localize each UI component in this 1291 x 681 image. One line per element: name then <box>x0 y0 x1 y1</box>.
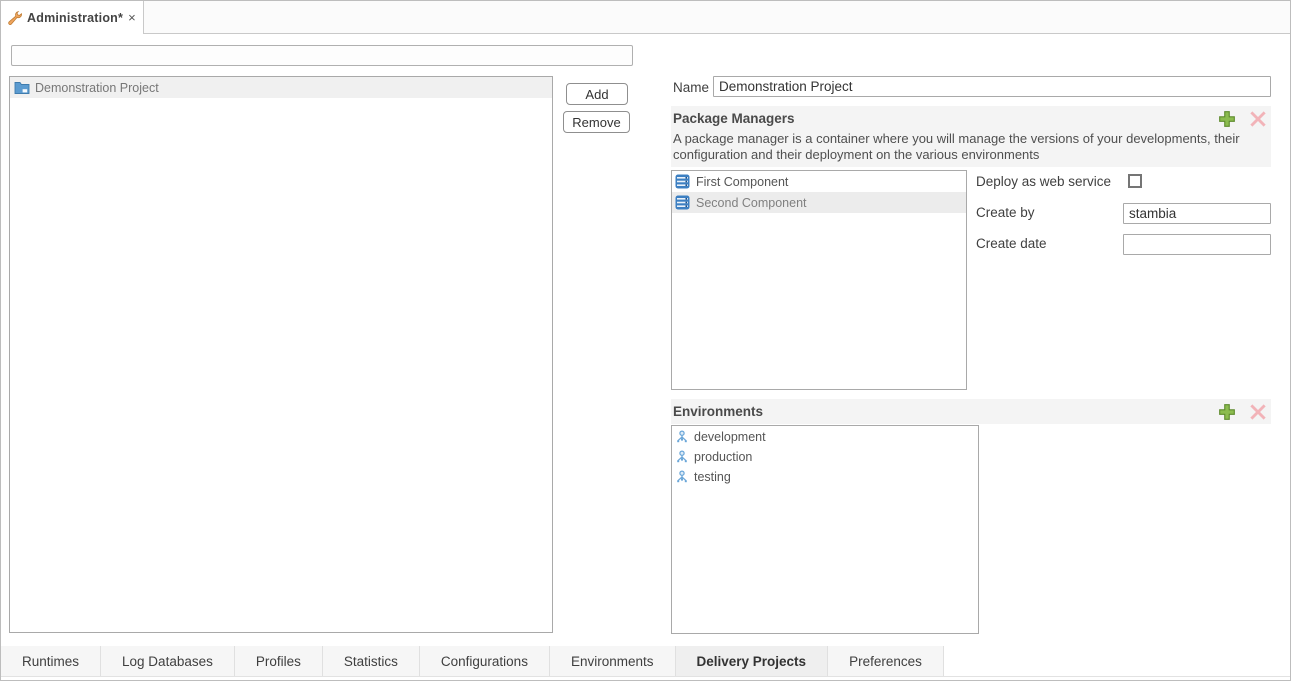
server-stack-icon <box>675 195 690 210</box>
tab-runtimes[interactable]: Runtimes <box>1 646 101 676</box>
package-manager-list[interactable]: First Component Second Component <box>671 170 967 390</box>
package-managers-section: Package Managers A package manager is a … <box>671 106 1271 167</box>
node-tree-icon <box>675 470 689 484</box>
add-environment-button[interactable] <box>1218 403 1236 421</box>
environment-label: development <box>694 430 766 444</box>
tab-configurations[interactable]: Configurations <box>420 646 550 676</box>
wrench-icon <box>7 10 23 26</box>
folder-icon <box>14 80 30 95</box>
delivery-project-list[interactable]: Demonstration Project <box>9 76 553 633</box>
tab-log-databases[interactable]: Log Databases <box>101 646 235 676</box>
environment-list[interactable]: development production <box>671 425 979 634</box>
create-date-label: Create date <box>976 236 1047 251</box>
add-package-manager-button[interactable] <box>1218 110 1236 128</box>
deploy-as-web-service-label: Deploy as web service <box>976 174 1111 189</box>
tab-profiles[interactable]: Profiles <box>235 646 323 676</box>
project-filter-input[interactable] <box>11 45 633 66</box>
component-label: Second Component <box>696 196 807 210</box>
create-by-input[interactable] <box>1123 203 1271 224</box>
deploy-as-web-service-checkbox[interactable] <box>1128 174 1142 188</box>
tab-administration[interactable]: Administration* × <box>1 1 144 34</box>
remove-button[interactable]: Remove <box>563 111 630 133</box>
create-date-input[interactable] <box>1123 234 1271 255</box>
name-label: Name <box>673 80 709 95</box>
tab-environments[interactable]: Environments <box>550 646 676 676</box>
admin-bottom-tabbar: Runtimes Log Databases Profiles Statisti… <box>1 646 1290 677</box>
component-label: First Component <box>696 175 788 189</box>
environment-label: testing <box>694 470 731 484</box>
node-tree-icon <box>675 450 689 464</box>
tab-close-icon[interactable]: × <box>128 11 136 24</box>
package-managers-description: A package manager is a container where y… <box>671 131 1271 163</box>
cross-icon <box>1249 403 1267 421</box>
list-item-component[interactable]: First Component <box>672 171 966 192</box>
tab-delivery-projects[interactable]: Delivery Projects <box>676 646 829 676</box>
cross-icon <box>1249 110 1267 128</box>
environments-title: Environments <box>673 404 1205 419</box>
environments-section: Environments <box>671 399 1271 424</box>
tab-preferences[interactable]: Preferences <box>828 646 944 676</box>
package-managers-title: Package Managers <box>673 111 1205 126</box>
list-item-environment[interactable]: development <box>672 426 978 446</box>
administration-window: Administration* × Demonstration Project … <box>0 0 1291 681</box>
delete-environment-button[interactable] <box>1249 403 1267 421</box>
create-by-label: Create by <box>976 205 1035 220</box>
list-item-environment[interactable]: production <box>672 446 978 466</box>
name-input[interactable] <box>713 76 1271 97</box>
project-label: Demonstration Project <box>35 81 159 95</box>
tab-title: Administration* <box>27 11 123 25</box>
list-item-environment[interactable]: testing <box>672 466 978 486</box>
delete-package-manager-button[interactable] <box>1249 110 1267 128</box>
tab-statistics[interactable]: Statistics <box>323 646 420 676</box>
list-item-component[interactable]: Second Component <box>672 192 966 213</box>
plus-icon <box>1218 403 1236 421</box>
list-item-project[interactable]: Demonstration Project <box>10 77 552 98</box>
editor-tabstrip: Administration* × <box>1 1 1290 34</box>
server-stack-icon <box>675 174 690 189</box>
plus-icon <box>1218 110 1236 128</box>
add-button[interactable]: Add <box>566 83 628 105</box>
environment-label: production <box>694 450 752 464</box>
node-tree-icon <box>675 430 689 444</box>
